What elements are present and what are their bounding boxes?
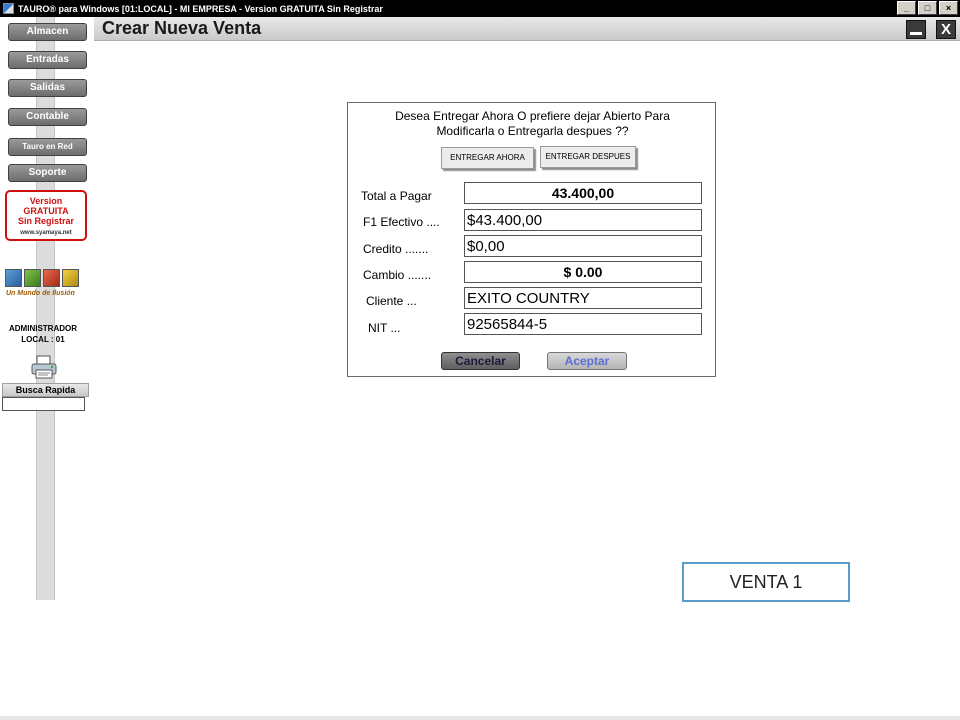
cube-yellow-icon (62, 269, 79, 287)
sale-caption: VENTA 1 (682, 562, 850, 602)
quick-search-input[interactable] (2, 397, 85, 411)
quick-search-label: Busca Rapida (2, 383, 89, 397)
cube-blue-icon (5, 269, 22, 287)
window-title: TAURO® para Windows [01:LOCAL] - MI EMPR… (18, 3, 383, 14)
page-title: Crear Nueva Venta (102, 18, 262, 38)
cube-green-icon (24, 269, 41, 287)
sidebar-scroll-track[interactable] (36, 17, 55, 600)
client-label: Cliente ... (366, 294, 417, 308)
dialog-question-line-2: Modificarla o Entregarla despues ?? (436, 124, 629, 138)
cash-label: F1 Efectivo .... (363, 215, 440, 229)
brand-logo-icon (5, 269, 85, 289)
page-header: Crear Nueva Venta X (94, 17, 960, 41)
nit-label: NIT ... (368, 321, 401, 335)
sidebar-item-salidas[interactable]: Salidas (8, 79, 87, 97)
printer-icon[interactable] (30, 355, 58, 379)
sidebar-item-almacen[interactable]: Almacen (8, 23, 87, 41)
user-location: LOCAL : 01 (21, 335, 65, 344)
user-role: ADMINISTRADOR (9, 324, 77, 333)
credit-input[interactable] (464, 235, 702, 257)
window-controls: _ □ × (897, 1, 958, 15)
promo-line-3: Sin Registrar (17, 216, 75, 226)
change-label: Cambio ....... (363, 268, 432, 282)
accept-button[interactable]: Aceptar (547, 352, 627, 370)
total-value: 43.400,00 (464, 182, 702, 204)
sidebar-item-entradas[interactable]: Entradas (8, 51, 87, 69)
cube-red-icon (43, 269, 60, 287)
sidebar-item-tauro-en-red[interactable]: Tauro en Red (8, 138, 87, 156)
window-titlebar: TAURO® para Windows [01:LOCAL] - MI EMPR… (0, 0, 960, 17)
promo-url: www.syamaya.net (20, 230, 72, 236)
app-icon (3, 3, 14, 14)
credit-label: Credito ....... (363, 242, 429, 256)
client-input[interactable] (464, 287, 702, 309)
promo-badge[interactable]: Version GRATUITA Sin Registrar www.syama… (5, 190, 87, 241)
minimize-panel-button[interactable] (906, 20, 926, 39)
change-value: $ 0.00 (464, 261, 702, 283)
minimize-window-button[interactable]: _ (897, 1, 916, 15)
total-label: Total a Pagar (361, 189, 432, 203)
dialog-question: Desea Entregar Ahora O prefiere dejar Ab… (348, 109, 717, 139)
cancel-button[interactable]: Cancelar (441, 352, 520, 370)
user-info: ADMINISTRADOR LOCAL : 01 (2, 323, 84, 345)
deliver-later-button[interactable]: ENTREGAR DESPUES (540, 146, 636, 168)
brand-tagline: Un Mundo de Ilusión (6, 290, 75, 297)
sidebar-item-contable[interactable]: Contable (8, 108, 87, 126)
cash-input[interactable] (464, 209, 702, 231)
deliver-now-button[interactable]: ENTREGAR AHORA (441, 147, 534, 169)
promo-line-1: Version (29, 196, 63, 206)
close-panel-button[interactable]: X (936, 20, 956, 39)
delivery-dialog: Desea Entregar Ahora O prefiere dejar Ab… (347, 102, 716, 377)
nit-input[interactable] (464, 313, 702, 335)
close-window-button[interactable]: × (939, 1, 958, 15)
sidebar-item-soporte[interactable]: Soporte (8, 164, 87, 182)
app-window: TAURO® para Windows [01:LOCAL] - MI EMPR… (0, 0, 960, 720)
bottom-divider (0, 716, 960, 720)
dialog-question-line-1: Desea Entregar Ahora O prefiere dejar Ab… (395, 109, 670, 123)
maximize-window-button[interactable]: □ (918, 1, 937, 15)
promo-line-2: GRATUITA (23, 206, 69, 216)
